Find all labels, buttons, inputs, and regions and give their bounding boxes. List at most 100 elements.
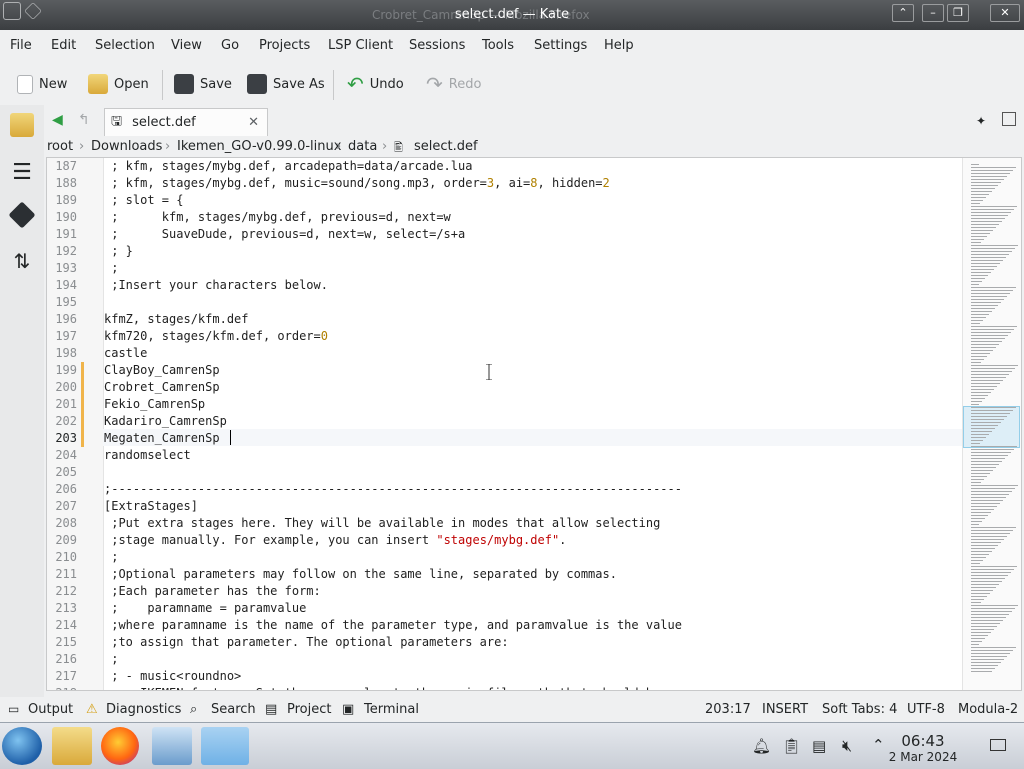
code-line[interactable]: ; kfm, stages/mybg.def, arcadepath=data/… bbox=[104, 159, 472, 173]
minimap-line bbox=[971, 443, 980, 444]
crumb-downloads[interactable]: Downloads bbox=[91, 139, 162, 154]
code-editor[interactable]: 187 188 189 190 191 192 193 194 195 196 197 198 199 2… bbox=[46, 157, 1022, 691]
menu-go[interactable]: Go bbox=[221, 38, 239, 53]
toolbar-separator bbox=[162, 70, 163, 100]
code-line[interactable]: ; SuaveDude, previous=d, next=w, select=… bbox=[104, 227, 465, 241]
menu-projects[interactable]: Projects bbox=[259, 38, 310, 53]
forward-arrow-icon[interactable]: ↰ bbox=[78, 112, 90, 128]
code-line[interactable]: ; } bbox=[104, 244, 133, 258]
crumb-root[interactable]: root bbox=[47, 139, 73, 154]
minimize-icon[interactable]: – bbox=[922, 4, 944, 22]
keep-above-icon[interactable]: ⌃ bbox=[892, 4, 914, 22]
split-view-icon[interactable] bbox=[1002, 112, 1016, 126]
diagnostics-tab[interactable]: Diagnostics bbox=[106, 702, 181, 717]
code-line[interactable]: ;Each parameter has the form: bbox=[104, 584, 321, 598]
clipboard-icon[interactable]: 📋︎ bbox=[782, 737, 801, 755]
documents-list-icon[interactable]: ☰ bbox=[10, 161, 34, 185]
git-icon[interactable] bbox=[8, 201, 36, 229]
menu-help[interactable]: Help bbox=[604, 38, 634, 53]
code-line[interactable]: ; bbox=[104, 261, 118, 275]
menu-sessions[interactable]: Sessions bbox=[409, 38, 465, 53]
menu-selection[interactable]: Selection bbox=[95, 38, 155, 53]
code-line[interactable]: ; kfm, stages/mybg.def, music=sound/song… bbox=[104, 176, 610, 190]
undo-button[interactable]: ↶ Undo bbox=[347, 72, 404, 96]
code-line[interactable]: ; kfm, stages/mybg.def, previous=d, next… bbox=[104, 210, 451, 224]
back-arrow-icon[interactable]: ◀ bbox=[52, 112, 63, 128]
code-line[interactable]: randomselect bbox=[104, 448, 191, 462]
code-line[interactable]: ;Insert your characters below. bbox=[104, 278, 328, 292]
menu-edit[interactable]: Edit bbox=[51, 38, 76, 53]
maximize-icon[interactable]: ❐ bbox=[947, 4, 969, 22]
menu-settings[interactable]: Settings bbox=[534, 38, 587, 53]
device-notifier-icon[interactable]: ▤ bbox=[812, 737, 826, 755]
filesystem-browser-icon[interactable] bbox=[10, 113, 34, 137]
new-button[interactable]: New bbox=[17, 72, 67, 96]
cursor-position[interactable]: 203:17 bbox=[705, 702, 751, 717]
minimap-line bbox=[971, 665, 998, 666]
code-line[interactable]: [ExtraStages] bbox=[104, 499, 198, 513]
code-line[interactable]: ; IKEMEN feature: Set the paramvalue to … bbox=[104, 686, 660, 690]
tab-close-icon[interactable]: ✕ bbox=[248, 115, 259, 130]
code-line[interactable]: kfmZ, stages/kfm.def bbox=[104, 312, 249, 326]
code-line[interactable]: kfm720, stages/kfm.def, order=0 bbox=[104, 329, 328, 343]
code-line[interactable]: ;Optional parameters may follow on the s… bbox=[104, 567, 617, 581]
file-manager-icon[interactable] bbox=[52, 727, 92, 765]
crumb-file[interactable]: select.def bbox=[414, 139, 478, 154]
code-line[interactable]: ; bbox=[104, 652, 118, 666]
encoding[interactable]: UTF-8 bbox=[907, 702, 945, 717]
close-icon[interactable]: ✕ bbox=[990, 4, 1020, 22]
project-tab[interactable]: Project bbox=[287, 702, 331, 717]
redo-button[interactable]: ↷ Redo bbox=[426, 72, 481, 96]
firefox-icon[interactable] bbox=[101, 727, 139, 765]
menu-view[interactable]: View bbox=[171, 38, 202, 53]
code-line[interactable]: ; - music<roundno> bbox=[104, 669, 241, 683]
notifications-icon[interactable]: 🔔︎ bbox=[752, 737, 771, 755]
minimap-line bbox=[971, 272, 991, 273]
volume-muted-icon[interactable]: 🔇︎ bbox=[842, 736, 852, 756]
input-mode[interactable]: INSERT bbox=[762, 702, 808, 717]
minimap[interactable] bbox=[962, 158, 1021, 690]
clock-date[interactable]: 2 Mar 2024 bbox=[880, 750, 966, 764]
code-line[interactable]: Fekio_CamrenSp bbox=[104, 397, 205, 411]
code-line[interactable]: ClayBoy_CamrenSp bbox=[104, 363, 220, 377]
minimap-line bbox=[971, 413, 1010, 414]
code-line[interactable]: castle bbox=[104, 346, 147, 360]
system-settings-icon[interactable] bbox=[152, 727, 192, 765]
menu-tools[interactable]: Tools bbox=[482, 38, 514, 53]
open-folder-icon bbox=[88, 74, 108, 94]
syntax-mode[interactable]: Modula-2 bbox=[958, 702, 1018, 717]
kate-task-icon[interactable] bbox=[201, 727, 249, 765]
code-line[interactable]: ;where paramname is the name of the para… bbox=[104, 618, 682, 632]
tab-select-def[interactable]: 🖫 select.def ✕ bbox=[104, 108, 268, 136]
pin-icon[interactable]: ✦ bbox=[976, 114, 986, 128]
code-line[interactable]: ;stage manually. For example, you can in… bbox=[104, 533, 566, 547]
menu-file[interactable]: File bbox=[10, 38, 32, 53]
start-menu-icon[interactable] bbox=[2, 727, 42, 765]
project-tree-icon[interactable]: ⇅ bbox=[10, 249, 34, 273]
code-line[interactable]: Kadariro_CamrenSp bbox=[104, 414, 227, 428]
menu-lsp-client[interactable]: LSP Client bbox=[328, 38, 393, 53]
crumb-ikemen[interactable]: Ikemen_GO-v0.99.0-linux bbox=[177, 139, 341, 154]
save-as-button[interactable]: Save As bbox=[247, 72, 325, 96]
code-line[interactable]: ;---------------------------------------… bbox=[104, 482, 682, 496]
terminal-tab[interactable]: Terminal bbox=[364, 702, 419, 717]
code-line[interactable]: Megaten_CamrenSp bbox=[104, 431, 220, 445]
code-line[interactable]: ;to assign that parameter. The optional … bbox=[104, 635, 508, 649]
code-line[interactable]: ; slot = { bbox=[104, 193, 183, 207]
clock-time[interactable]: 06:43 bbox=[880, 732, 966, 750]
save-button[interactable]: Save bbox=[174, 72, 232, 96]
window-titlebar[interactable]: Crobret_CamrenSp — Mozilla Firefox selec… bbox=[0, 0, 1024, 30]
indentation-setting[interactable]: Soft Tabs: 4 bbox=[822, 702, 897, 717]
code-line[interactable]: ;Put extra stages here. They will be ava… bbox=[104, 516, 660, 530]
search-tab[interactable]: Search bbox=[211, 702, 256, 717]
show-desktop-icon[interactable] bbox=[990, 739, 1006, 751]
minimap-line bbox=[971, 278, 985, 279]
code-line[interactable]: ; paramname = paramvalue bbox=[104, 601, 306, 615]
code-line[interactable]: Crobret_CamrenSp bbox=[104, 380, 220, 394]
output-tab[interactable]: Output bbox=[28, 702, 73, 717]
minimap-line bbox=[971, 170, 1013, 171]
open-button[interactable]: Open bbox=[88, 72, 149, 96]
minimap-line bbox=[971, 509, 994, 510]
code-line[interactable]: ; bbox=[104, 550, 118, 564]
crumb-data[interactable]: data bbox=[348, 139, 377, 154]
